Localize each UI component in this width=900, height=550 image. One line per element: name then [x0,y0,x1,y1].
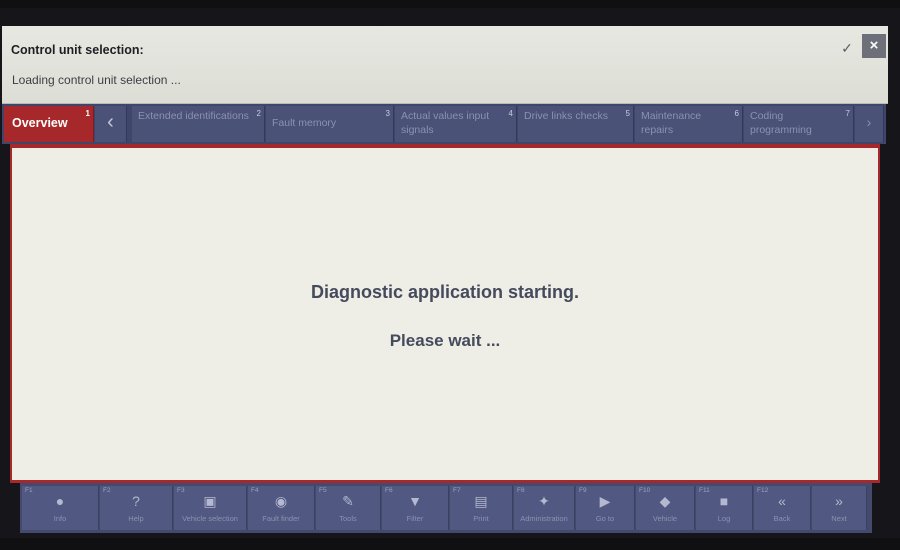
help-check-icon[interactable]: ✓ [836,38,858,58]
function-button-info[interactable]: F1 ● Info [22,486,99,530]
vehicle-icon: ▣ [203,493,217,509]
function-key-label: F11 [699,487,710,494]
function-button-log[interactable]: F11 ■ Log [696,486,753,530]
tab-overview[interactable]: Overview 1 [4,106,94,142]
tab-drive-links[interactable]: Drive links checks 5 [518,106,634,142]
function-button-label: Vehicle selection [182,514,238,523]
fault-icon: ◉ [274,493,288,509]
tab-label: Fault memory [272,117,337,129]
screen: Control unit selection: Loading control … [0,8,900,538]
function-key-label: F9 [579,487,587,494]
function-button-label: Back [773,514,791,523]
function-button-tools[interactable]: F5 ✎ Tools [316,486,381,530]
function-button-filter[interactable]: F6 ▼ Filter [382,486,449,530]
function-button-label: Log [717,514,731,523]
function-button-print[interactable]: F7 ▤ Print [450,486,513,530]
goto-icon: ▶ [599,493,611,509]
tab-number: 7 [845,109,850,118]
tab-number: 5 [625,109,630,118]
close-button[interactable]: × [862,34,886,58]
function-button-back[interactable]: F12 « Back [754,486,811,530]
function-button-label: Help [128,514,144,523]
tab-coding[interactable]: Coding programming 7 [744,106,854,142]
tab-number: 2 [256,109,261,118]
wait-message: Please wait ... [389,331,501,350]
tab-actual-values[interactable]: Actual values input signals 4 [395,106,517,142]
tab-label: Drive links checks [524,110,609,122]
tab-label: Overview [12,116,68,130]
tab-forward-chevron-icon[interactable]: › [855,106,884,142]
function-button-label: Tools [339,514,357,523]
tab-label: Coding programming [750,110,812,136]
function-button-administration[interactable]: F8 ✦ Administration [514,486,575,530]
function-key-label: F6 [385,487,393,494]
tab-number: 1 [85,109,90,118]
function-button-label: Fault finder [262,514,300,523]
admin-icon: ✦ [538,493,550,509]
tab-label: Maintenance repairs [641,110,702,136]
log-icon: ■ [719,493,729,509]
tab-number: 3 [385,109,390,118]
tab-maintenance[interactable]: Maintenance repairs 6 [635,106,743,142]
function-button-go-to[interactable]: F9 ▶ Go to [576,486,635,530]
function-button-label: Print [473,514,489,523]
function-button-label: Next [831,514,847,523]
function-key-label: F12 [757,487,769,494]
tab-extended-identifications[interactable]: Extended identifications 2 [132,106,265,142]
function-button-label: Go to [595,514,615,523]
function-button-label: Administration [520,514,568,523]
tab-back-chevron-icon[interactable]: ‹ [95,106,127,142]
function-button-label: Info [53,514,67,523]
function-key-label: F8 [517,487,525,494]
function-key-label: F1 [25,487,33,494]
info-icon: ● [55,493,65,509]
function-key-label: F5 [319,487,327,494]
forward-icon: » [835,493,843,509]
function-button-label: Filter [406,514,424,523]
function-button-vehicle-selection[interactable]: F3 ▣ Vehicle selection [174,486,247,530]
function-button-vehicle[interactable]: F10 ◆ Vehicle [636,486,695,530]
tab-fault-memory[interactable]: Fault memory 3 [266,106,394,142]
tab-number: 4 [508,109,513,118]
page-title: Control unit selection: [11,43,144,57]
tab-number: 6 [734,109,739,118]
function-key-label: F2 [103,487,111,494]
function-key-label: F10 [639,487,651,494]
print-icon: ▤ [474,493,488,509]
loading-message: Diagnostic application starting. [310,282,580,302]
header-bar: Control unit selection: Loading control … [2,26,888,104]
tab-bar: Overview 1 ‹ Extended identifications 2 … [2,104,886,144]
function-button-fault-finder[interactable]: F4 ◉ Fault finder [248,486,315,530]
function-key-bar: F1 ● Info F2? Help F3 ▣ Vehicle selection F4 ◉ Fau… [20,483,872,533]
tab-label: Actual values input signals [401,110,490,136]
status-text: Loading control unit selection ... [12,73,181,87]
function-key-label: F3 [177,487,185,494]
help-icon: ? [132,493,140,509]
filter-icon: ▼ [408,493,422,509]
function-button-next[interactable]: » Next [812,486,867,530]
back-icon: « [778,493,786,509]
function-key-label: F4 [251,487,259,494]
main-panel: Diagnostic application starting. Please … [10,144,880,480]
function-button-label: Vehicle [652,514,678,523]
function-button-help[interactable]: F2? Help [100,486,173,530]
function-key-label: F7 [453,487,461,494]
tools-icon: ✎ [342,493,354,509]
car-icon: ◆ [659,493,671,509]
tab-label: Extended identifications [138,110,249,122]
